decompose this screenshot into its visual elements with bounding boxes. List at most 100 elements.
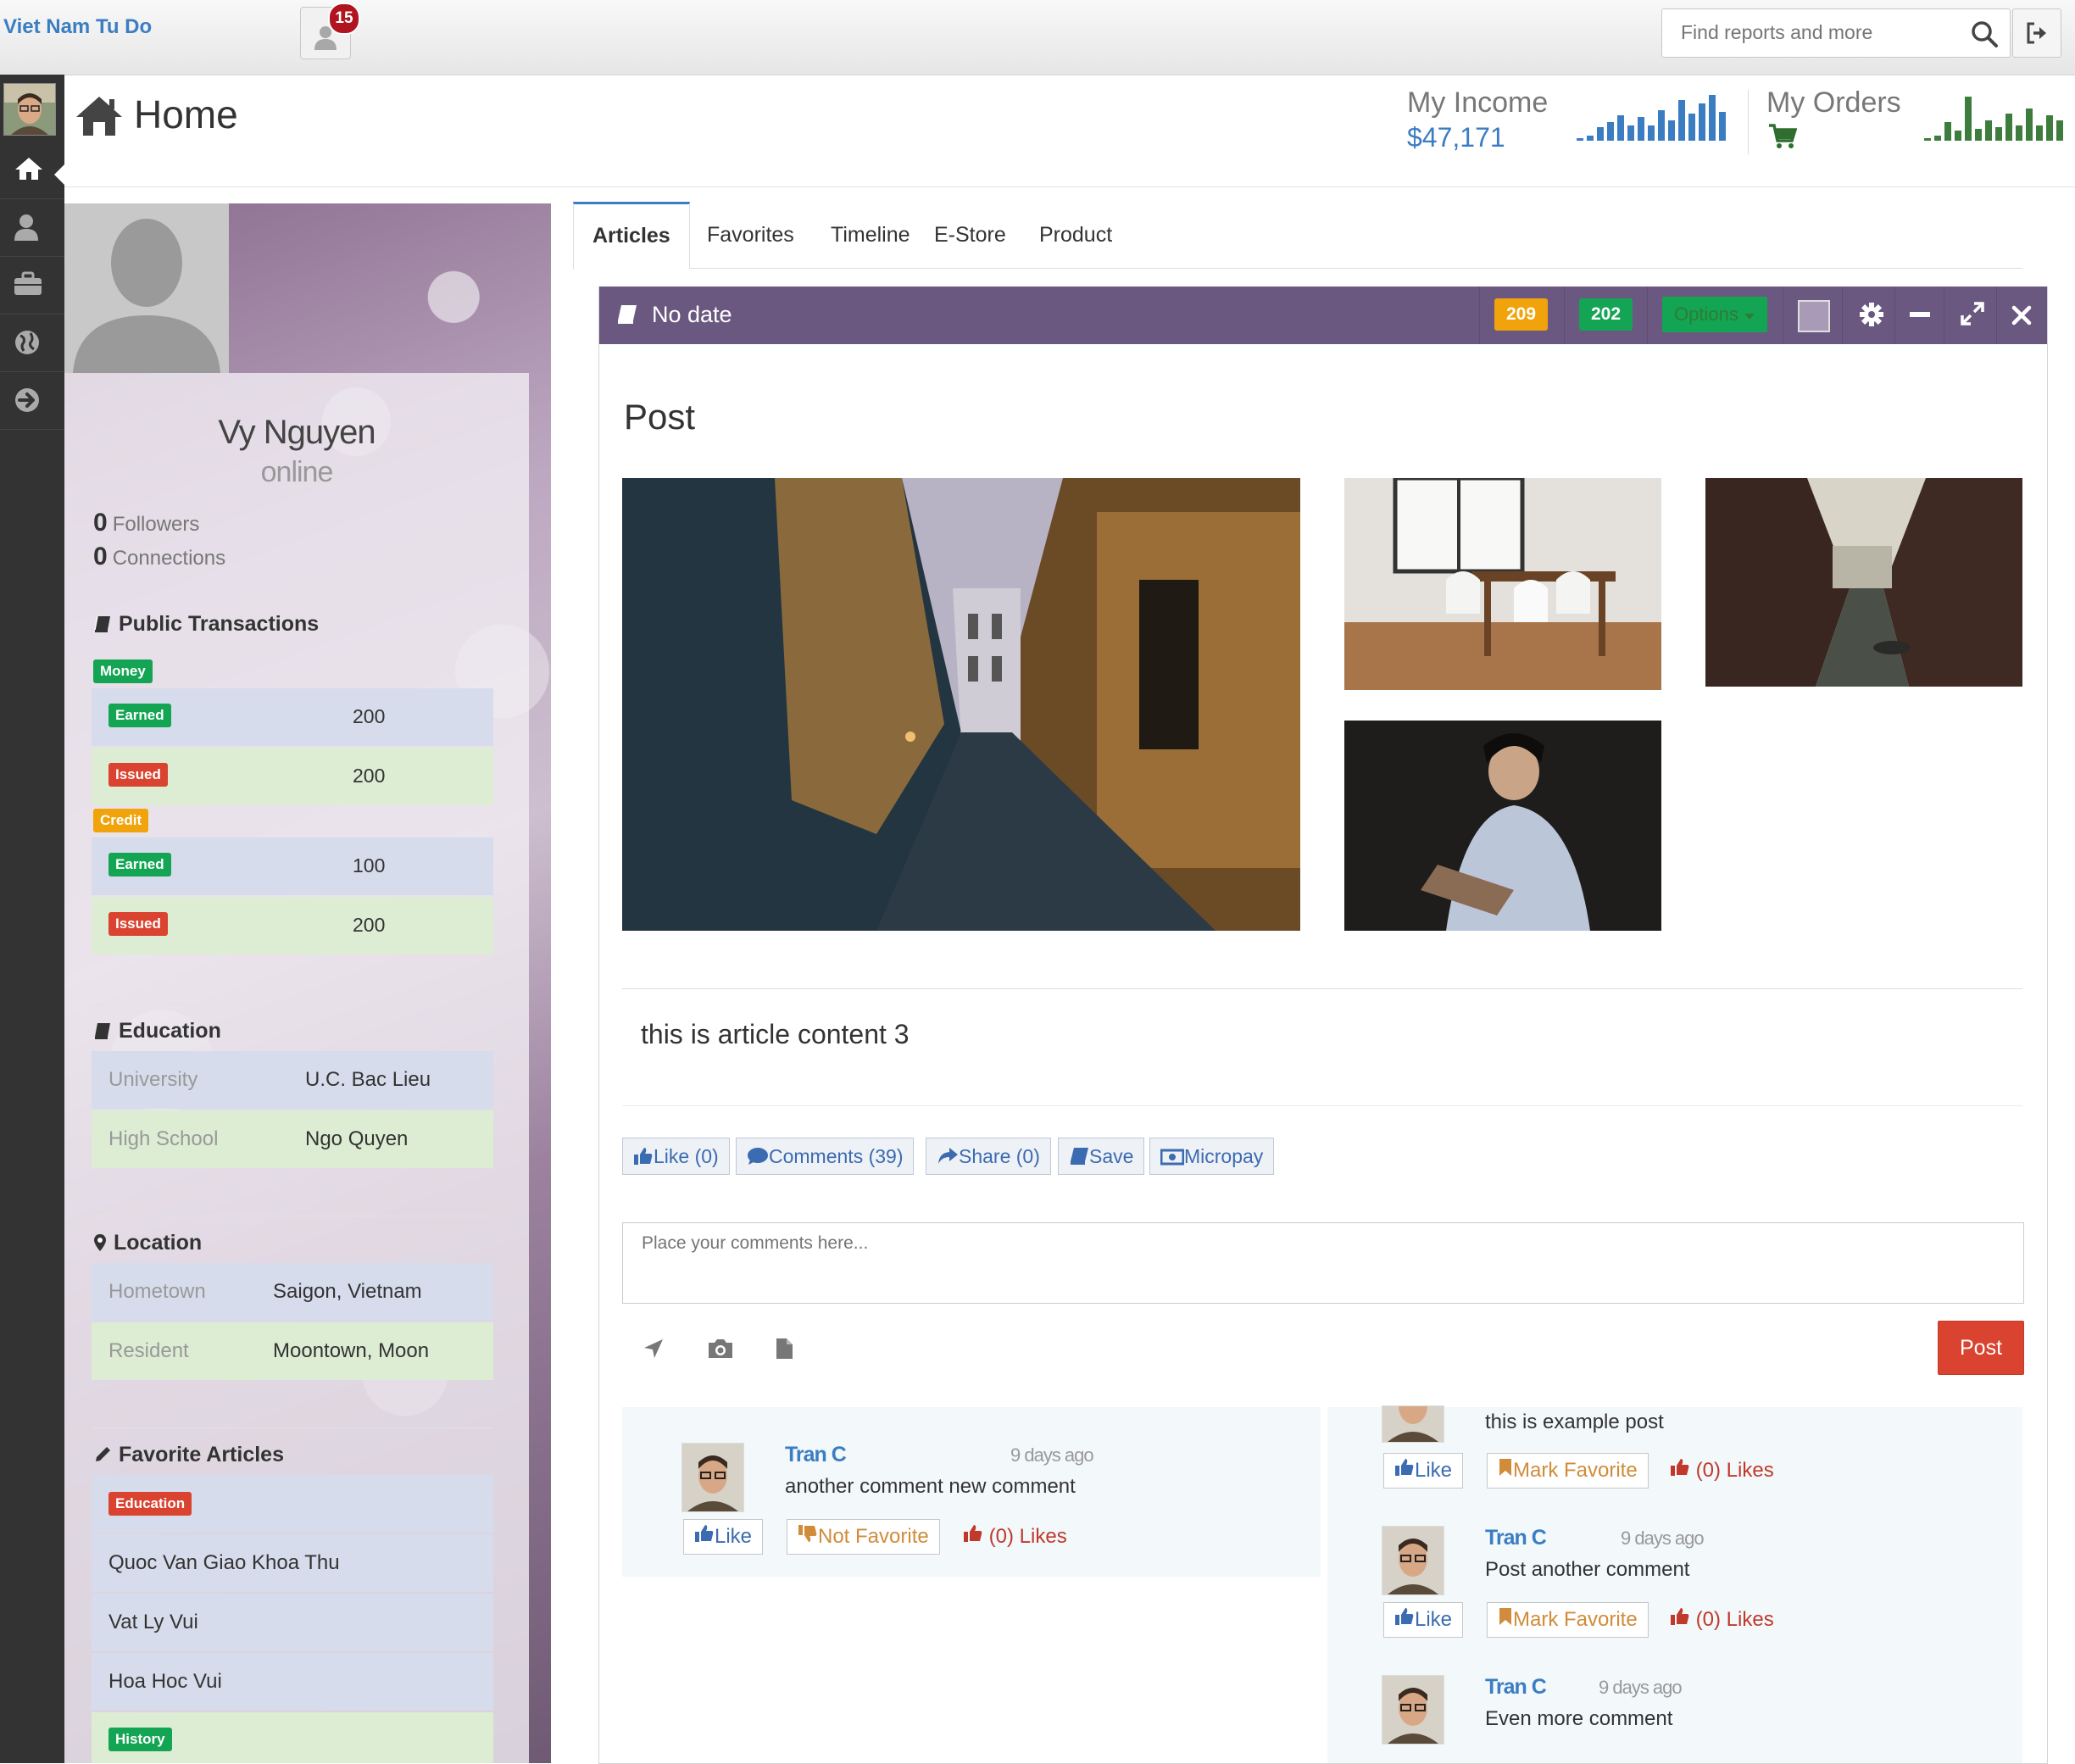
user-avatar[interactable] xyxy=(3,83,56,136)
header-separator xyxy=(64,186,2075,187)
search-input[interactable] xyxy=(1679,9,1962,55)
notifications-button[interactable]: 15 xyxy=(300,3,360,59)
close-icon[interactable] xyxy=(2011,305,2032,326)
tab-e-store[interactable]: E-Store xyxy=(915,202,1025,268)
arrow-circle-right-icon xyxy=(15,388,39,412)
brand-link[interactable]: Viet Nam Tu Do xyxy=(3,15,152,39)
income-value: $47,171 xyxy=(1407,122,1505,153)
credit-label: Credit xyxy=(93,809,149,832)
comment-like-button[interactable]: Like xyxy=(683,1519,764,1555)
location-arrow-icon[interactable] xyxy=(643,1338,665,1360)
comment-time: 9 days ago xyxy=(1599,1677,1683,1698)
comment-text: Even more comment xyxy=(1485,1707,1673,1730)
expand-icon[interactable] xyxy=(1961,302,1984,326)
search-box xyxy=(1661,8,2011,58)
logout-button[interactable] xyxy=(2012,8,2061,58)
tab-timeline[interactable]: Timeline xyxy=(812,202,929,268)
public-transactions-heading: Public Transactions xyxy=(93,612,319,637)
count-badge-orange: 209 xyxy=(1494,298,1549,331)
comment-input[interactable] xyxy=(640,1232,2017,1294)
comment-text: Post another comment xyxy=(1485,1558,1690,1581)
nav-globe[interactable] xyxy=(0,314,64,372)
favorite-article-item[interactable]: Vat Ly Vui xyxy=(92,1594,493,1651)
header-divider xyxy=(1748,90,1749,154)
options-dropdown[interactable]: Options xyxy=(1662,297,1767,332)
thumbs-up-icon xyxy=(1671,1459,1689,1476)
education-heading: Education xyxy=(93,1019,221,1043)
post-image-canal[interactable] xyxy=(1705,478,2022,687)
profile-card: Vy Nguyen online 0 Followers 0 Connections… xyxy=(64,373,529,1763)
location-row: Resident Moontown, Moon xyxy=(92,1322,493,1380)
money-issued-value: 200 xyxy=(353,765,386,787)
share-button[interactable]: Share (0) xyxy=(926,1138,1051,1175)
caret-down-icon xyxy=(1744,314,1755,320)
tab-articles[interactable]: Articles xyxy=(573,202,690,270)
comment-time: 9 days ago xyxy=(1621,1528,1705,1549)
count-badge-green: 202 xyxy=(1579,298,1633,331)
book-icon xyxy=(1071,1148,1088,1165)
search-icon[interactable] xyxy=(1971,20,1998,47)
notification-count-badge: 15 xyxy=(328,3,360,35)
comment-like-button[interactable]: Like xyxy=(1383,1602,1464,1638)
earned-pill: Earned xyxy=(108,853,171,876)
thumbs-up-icon xyxy=(1395,1608,1414,1625)
location-heading: Location xyxy=(93,1231,202,1255)
comment-author[interactable]: Tran C xyxy=(1485,1675,1547,1700)
user-icon xyxy=(14,214,38,241)
home-icon xyxy=(15,158,42,180)
nav-profile[interactable] xyxy=(0,198,64,257)
thumbs-down-icon xyxy=(798,1525,817,1542)
micropay-button[interactable]: Micropay xyxy=(1149,1138,1275,1175)
save-button[interactable]: Save xyxy=(1058,1138,1145,1175)
profile-panel: Vy Nguyen online 0 Followers 0 Connections… xyxy=(64,203,551,1763)
comment-text: this is example post xyxy=(1485,1411,1664,1433)
credit-issued-value: 200 xyxy=(353,914,386,936)
bookmark-icon xyxy=(1499,1459,1511,1476)
post-image-woman-reading[interactable] xyxy=(1344,721,1661,931)
favorite-article-item[interactable]: Hoa Hoc Vui xyxy=(92,1653,493,1711)
comments-button[interactable]: Comments (39) xyxy=(736,1138,915,1175)
profile-avatar[interactable] xyxy=(64,203,229,373)
camera-icon[interactable] xyxy=(707,1338,734,1360)
like-button[interactable]: Like (0) xyxy=(622,1138,730,1175)
tab-product[interactable]: Product xyxy=(1021,202,1131,268)
comment-author[interactable]: Tran C xyxy=(1485,1526,1547,1550)
comment-likes-count: (0) Likes xyxy=(1670,1607,1774,1632)
book-icon xyxy=(618,305,637,324)
pencil-icon xyxy=(96,1447,110,1461)
comment-like-button[interactable]: Like xyxy=(1383,1453,1464,1489)
active-nav-indicator xyxy=(54,164,64,185)
orders-label: My Orders xyxy=(1766,86,1901,119)
income-sparkline xyxy=(1577,95,1726,141)
minimize-icon[interactable] xyxy=(1910,312,1930,319)
comment-author[interactable]: Tran C xyxy=(785,1443,847,1467)
nav-briefcase[interactable] xyxy=(0,256,64,314)
nav-forward[interactable] xyxy=(0,371,64,430)
education-category-pill: Education xyxy=(108,1492,192,1516)
thumbs-up-icon xyxy=(634,1148,653,1165)
article-content: this is article content 3 xyxy=(641,1019,910,1049)
color-picker-swatch[interactable] xyxy=(1798,300,1830,332)
post-image-street[interactable] xyxy=(622,478,1300,931)
favorite-article-item[interactable]: Quoc Van Giao Khoa Thu xyxy=(92,1534,493,1592)
post-image-dining-room[interactable] xyxy=(1344,478,1661,690)
favorite-category-row: History xyxy=(92,1712,493,1763)
thumbs-up-icon xyxy=(695,1525,714,1542)
mark-favorite-button[interactable]: Mark Favorite xyxy=(1487,1453,1649,1489)
mark-favorite-button[interactable]: Mark Favorite xyxy=(1487,1602,1649,1638)
page-title: Home xyxy=(134,92,238,136)
file-icon[interactable] xyxy=(775,1338,793,1360)
favorite-articles-heading: Favorite Articles xyxy=(93,1443,284,1467)
comment-favorite-button[interactable]: Not Favorite xyxy=(787,1519,940,1555)
post-comment-button[interactable]: Post xyxy=(1938,1321,2024,1375)
money-label: Money xyxy=(93,659,153,683)
money-earned-row: Earned 200 xyxy=(92,688,493,746)
location-row: Hometown Saigon, Vietnam xyxy=(92,1263,493,1321)
post-heading: Post xyxy=(624,397,696,437)
gear-icon[interactable] xyxy=(1859,302,1884,327)
tab-favorites[interactable]: Favorites xyxy=(688,202,813,268)
connections-stat: 0 Connections xyxy=(93,543,226,570)
bookmark-icon xyxy=(1499,1608,1511,1625)
comment-likes-count: (0) Likes xyxy=(963,1524,1067,1549)
briefcase-icon xyxy=(14,271,42,295)
